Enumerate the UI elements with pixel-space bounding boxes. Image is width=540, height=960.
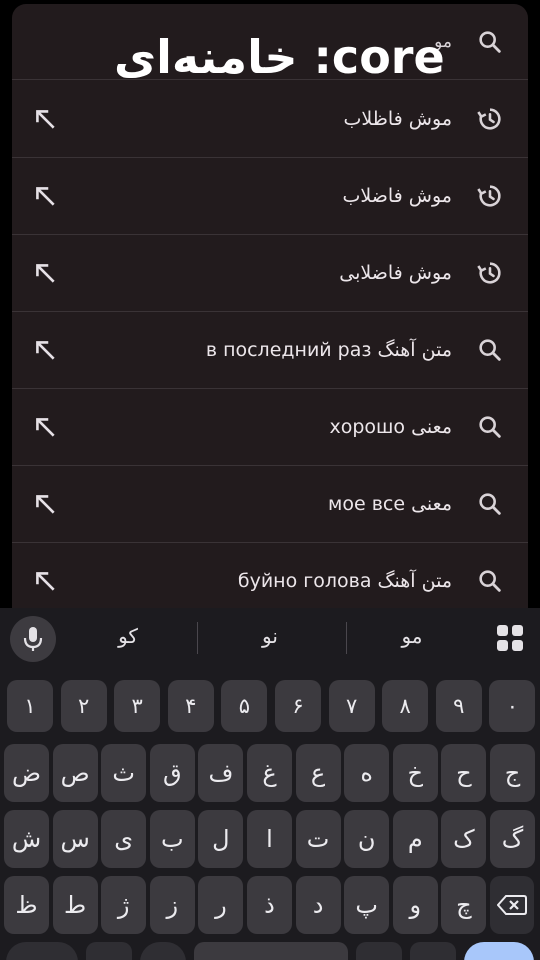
key[interactable]: ف: [198, 744, 244, 802]
key[interactable]: پ: [344, 876, 390, 934]
fill-query-arrow-icon[interactable]: [32, 106, 58, 132]
search-icon: [476, 413, 504, 441]
key[interactable]: ط: [52, 876, 98, 934]
key[interactable]: ج: [490, 744, 535, 802]
suggestion-text: موش فاضلاب: [342, 185, 452, 207]
suggestion-text: موش فاظلاب: [343, 108, 452, 130]
key[interactable]: ه: [344, 744, 390, 802]
key[interactable]: ۶: [275, 680, 321, 732]
key[interactable]: ظ: [4, 876, 49, 934]
key[interactable]: ص: [52, 744, 98, 802]
history-icon: [476, 105, 504, 133]
key[interactable]: ژ: [101, 876, 147, 934]
key[interactable]: ق: [149, 744, 195, 802]
search-icon: [476, 567, 504, 595]
suggestion-row[interactable]: موش فاظلاب: [12, 81, 528, 158]
overlay-caption: خامنه‌ای :core: [114, 30, 445, 84]
key[interactable]: ۰: [489, 680, 536, 732]
fill-query-arrow-icon[interactable]: [32, 260, 58, 286]
key[interactable]: ع: [295, 744, 341, 802]
history-icon: [476, 259, 504, 287]
fill-query-arrow-icon[interactable]: [32, 414, 58, 440]
key[interactable]: گ: [490, 810, 535, 868]
suggestion-row[interactable]: متن آهنگ в последний раз: [12, 312, 528, 389]
fill-query-arrow-icon[interactable]: [32, 491, 58, 517]
history-icon: [476, 182, 504, 210]
key[interactable]: ی: [101, 810, 147, 868]
keyboard-suggestion-bar: کو نو مو: [0, 608, 540, 668]
suggestion-row[interactable]: موش فاضلابی: [12, 235, 528, 312]
key[interactable]: ت: [295, 810, 341, 868]
suggestion-panel: مو موش فاظلاب موش فاضلاب موش فاضلابی متن آه…: [12, 4, 528, 608]
space-key[interactable]: [194, 942, 348, 960]
backspace-key[interactable]: [490, 876, 534, 934]
suggestion-row[interactable]: معنی мое все: [12, 466, 528, 543]
key[interactable]: ۵: [221, 680, 268, 732]
keyboard: کو نو مو ۱۲۳۴۵۶۷۸۹۰ضصثقفغعهخحجشسیبلاتنمک…: [0, 608, 540, 960]
fill-query-arrow-icon[interactable]: [32, 568, 58, 594]
key[interactable]: ۳: [114, 680, 161, 732]
divider: [346, 622, 347, 654]
key[interactable]: ۱: [7, 680, 53, 732]
symbols-key[interactable]: [6, 942, 78, 960]
key[interactable]: ۹: [435, 680, 482, 732]
suggestion-row[interactable]: معنی хорошо: [12, 389, 528, 466]
key[interactable]: ض: [4, 744, 49, 802]
key[interactable]: ر: [198, 876, 244, 934]
key[interactable]: ا: [247, 810, 292, 868]
search-icon: [476, 490, 504, 518]
emoji-key[interactable]: [140, 942, 186, 960]
key[interactable]: و: [392, 876, 438, 934]
key[interactable]: س: [52, 810, 98, 868]
suggestion-text: معنی мое все: [328, 493, 452, 515]
key[interactable]: ذ: [247, 876, 292, 934]
fill-query-arrow-icon[interactable]: [32, 337, 58, 363]
word-suggestion-1[interactable]: کو: [68, 624, 188, 648]
key[interactable]: م: [392, 810, 438, 868]
apps-grid-icon[interactable]: [496, 624, 524, 652]
key[interactable]: ز: [149, 876, 195, 934]
suggestion-row[interactable]: موش فاضلاب: [12, 158, 528, 235]
key[interactable]: ۴: [167, 680, 214, 732]
word-suggestion-3[interactable]: مو: [352, 624, 472, 648]
suggestion-text: متن آهنگ в последний раз: [205, 339, 452, 361]
search-icon: [476, 336, 504, 364]
key[interactable]: ب: [149, 810, 195, 868]
word-suggestion-2[interactable]: نو: [210, 624, 330, 648]
key[interactable]: ل: [198, 810, 244, 868]
fill-query-arrow-icon[interactable]: [32, 183, 58, 209]
key[interactable]: ک: [441, 810, 487, 868]
suggestion-text: متن آهنگ буйно голова: [237, 570, 452, 592]
key[interactable]: ث: [101, 744, 147, 802]
key[interactable]: ح: [441, 744, 487, 802]
key[interactable]: چ: [441, 876, 487, 934]
search-icon: [479, 30, 501, 53]
mic-icon: [23, 627, 43, 651]
key[interactable]: ۷: [328, 680, 375, 732]
key[interactable]: خ: [392, 744, 438, 802]
period-key[interactable]: [410, 942, 456, 960]
key[interactable]: غ: [247, 744, 292, 802]
suggestion-text: موش فاضلابی: [339, 262, 452, 284]
backspace-icon: [497, 895, 527, 915]
suggestion-text: معنی хорошо: [329, 416, 452, 438]
suggestion-row[interactable]: متن آهنگ буйно голова: [12, 543, 528, 608]
enter-key[interactable]: [464, 942, 534, 960]
mic-button[interactable]: [10, 616, 56, 662]
language-key[interactable]: [356, 942, 402, 960]
divider: [197, 622, 198, 654]
key[interactable]: ۲: [60, 680, 107, 732]
comma-key[interactable]: [86, 942, 132, 960]
key[interactable]: ۸: [382, 680, 429, 732]
key[interactable]: د: [295, 876, 341, 934]
key[interactable]: ن: [344, 810, 390, 868]
key[interactable]: ش: [4, 810, 49, 868]
